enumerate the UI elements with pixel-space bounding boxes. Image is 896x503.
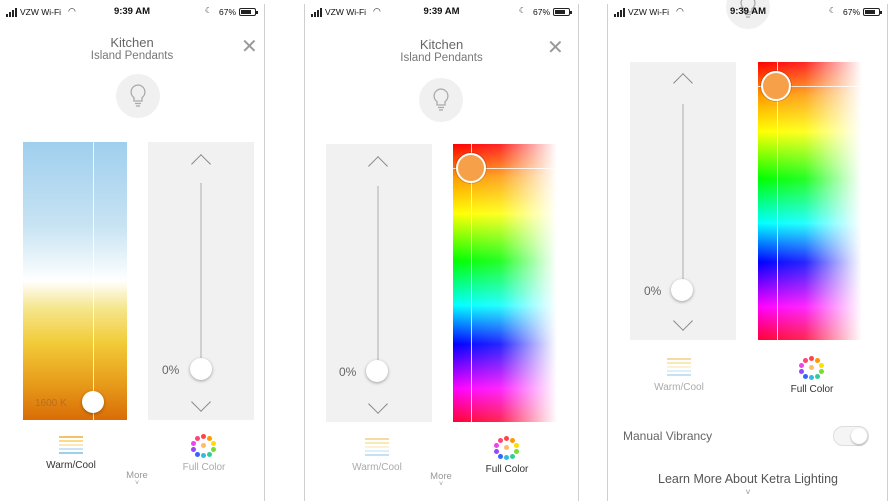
more-button[interactable]: More xyxy=(421,471,461,488)
dimmer-handle[interactable] xyxy=(366,360,388,382)
full-color-picker[interactable] xyxy=(758,62,862,340)
dimmer-handle[interactable] xyxy=(190,358,212,380)
picker-crosshair xyxy=(93,142,94,420)
tab-warm-cool[interactable]: Warm/Cool xyxy=(651,358,707,393)
picker-crosshair-vertical xyxy=(471,144,472,422)
warm-cool-lines-icon xyxy=(365,438,389,456)
dimmer-track[interactable] xyxy=(377,186,379,371)
screen-divider xyxy=(264,4,265,501)
screen-full-color-scrolled: VZW Wi-Fi ◠ 9:39 AM ☾ 67% 0% Warm/Cool F… xyxy=(608,0,888,503)
manual-vibrancy-toggle[interactable] xyxy=(833,426,869,446)
tab-warm-cool[interactable]: Warm/Cool xyxy=(349,438,405,473)
dimmer-value: 0% xyxy=(644,284,662,298)
dimmer-value: 0% xyxy=(162,363,180,377)
room-title: Kitchen xyxy=(419,37,464,52)
tab-full-color-label: Full Color xyxy=(485,464,529,475)
status-bar: VZW Wi-Fi ◠ 9:39 AM ☾ 67% xyxy=(305,6,578,20)
room-title: Kitchen xyxy=(110,35,154,50)
battery-percent: 67% xyxy=(532,7,550,17)
color-temp-handle[interactable] xyxy=(82,391,104,413)
dimmer-handle[interactable] xyxy=(671,279,693,301)
do-not-disturb-icon: ☾ xyxy=(518,6,526,15)
manual-vibrancy-label: Manual Vibrancy xyxy=(623,429,713,443)
battery-icon xyxy=(863,8,882,16)
full-color-picker[interactable] xyxy=(453,144,557,422)
battery-icon xyxy=(553,8,572,16)
color-temp-label: 1600 K xyxy=(35,398,67,409)
screen-divider xyxy=(578,4,579,501)
picker-crosshair-vertical xyxy=(777,62,778,340)
warm-cool-lines-icon xyxy=(59,436,83,454)
tab-warm-cool-label: Warm/Cool xyxy=(654,382,704,393)
lightbulb-icon[interactable] xyxy=(116,74,160,118)
dimmer-value: 0% xyxy=(339,365,357,379)
more-button[interactable]: More xyxy=(117,470,157,487)
color-wheel-dots-icon xyxy=(799,356,824,380)
tab-full-color[interactable]: Full Color xyxy=(786,356,838,395)
dimmer-track[interactable] xyxy=(200,183,202,369)
tab-full-color[interactable]: Full Color xyxy=(481,436,533,475)
screen-warm-cool: VZW Wi-Fi ◠ 9:39 AM ☾ 67% Kitchen Island… xyxy=(0,0,264,503)
status-bar: VZW Wi-Fi ◠ 9:39 AM ☾ 67% xyxy=(0,6,264,20)
warm-cool-lines-icon xyxy=(667,358,691,376)
screen-full-color: VZW Wi-Fi ◠ 9:39 AM ☾ 67% Kitchen Island… xyxy=(305,0,578,503)
tab-warm-cool[interactable]: Warm/Cool xyxy=(43,436,99,471)
tab-warm-cool-label: Warm/Cool xyxy=(46,460,96,471)
do-not-disturb-icon: ☾ xyxy=(828,6,836,15)
dimmer-track[interactable] xyxy=(682,104,684,280)
color-handle[interactable] xyxy=(761,71,791,101)
warm-cool-picker[interactable] xyxy=(23,142,127,420)
battery-icon xyxy=(239,8,258,16)
close-icon[interactable]: ✕ xyxy=(547,38,564,58)
tab-full-color-label: Full Color xyxy=(790,384,834,395)
color-handle[interactable] xyxy=(456,153,486,183)
tab-full-color[interactable]: Full Color xyxy=(178,434,230,473)
battery-percent: 67% xyxy=(842,7,860,17)
color-wheel-dots-icon xyxy=(191,434,216,458)
do-not-disturb-icon: ☾ xyxy=(204,6,212,15)
battery-percent: 67% xyxy=(218,7,236,17)
screen-divider xyxy=(887,4,888,501)
device-subtitle: Island Pendants xyxy=(400,52,483,64)
tab-full-color-label: Full Color xyxy=(182,462,226,473)
chevron-down-icon[interactable]: ˅ xyxy=(608,487,888,497)
close-icon[interactable]: ✕ xyxy=(241,37,258,57)
tab-warm-cool-label: Warm/Cool xyxy=(352,462,402,473)
learn-more-link[interactable]: Learn More About Ketra Lighting xyxy=(608,472,888,486)
color-wheel-dots-icon xyxy=(494,436,519,460)
lightbulb-icon[interactable] xyxy=(419,78,463,122)
status-bar: VZW Wi-Fi ◠ 9:39 AM ☾ 67% xyxy=(608,6,888,20)
device-subtitle: Island Pendants xyxy=(90,50,174,62)
